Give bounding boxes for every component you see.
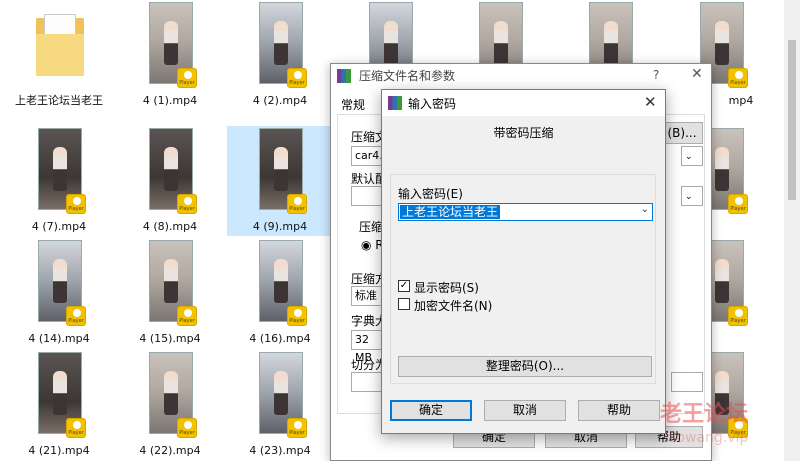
player-badge-icon: Player	[287, 194, 307, 214]
encrypt-names-label[interactable]: 加密文件名(N)	[414, 297, 492, 314]
password-input[interactable]: 上老王论坛当老王 ⌄	[398, 203, 653, 221]
file-item[interactable]: Player 4 (21).mp4	[6, 350, 112, 460]
folder-icon	[36, 12, 84, 76]
file-name: 4 (1).mp4	[142, 94, 198, 107]
show-password-checkbox[interactable]: ✓	[398, 280, 410, 292]
file-name: 4 (9).mp4	[252, 220, 308, 233]
player-badge-icon: Player	[177, 418, 197, 438]
file-name: 4 (21).mp4	[28, 444, 90, 457]
encrypt-names-checkbox[interactable]	[398, 298, 410, 310]
player-badge-icon: Player	[287, 68, 307, 88]
vertical-scrollbar[interactable]	[784, 0, 800, 461]
help-icon[interactable]: ?	[653, 68, 659, 82]
file-item[interactable]: Player 4 (23).mp4	[227, 350, 333, 460]
player-badge-icon: Player	[287, 306, 307, 326]
organize-passwords-button[interactable]: 整理密码(O)...	[398, 356, 652, 377]
archive-name-field[interactable]: car4.ra	[351, 146, 394, 166]
show-password-label[interactable]: 显示密码(S)	[414, 279, 479, 296]
dialog-title: 输入密码	[408, 97, 457, 111]
close-icon[interactable]: ✕	[644, 93, 657, 111]
player-badge-icon: Player	[177, 306, 197, 326]
winrar-icon	[388, 96, 402, 110]
file-name: 4 (8).mp4	[142, 220, 198, 233]
player-badge-icon: Player	[177, 68, 197, 88]
scrollbar-thumb[interactable]	[788, 40, 796, 200]
folder-item[interactable]: 上老王论坛当老王	[6, 0, 112, 110]
format-group-label: 压缩	[359, 220, 384, 234]
player-badge-icon: Player	[177, 194, 197, 214]
ok-button[interactable]: 确定	[390, 400, 472, 421]
method-select[interactable]: 标准	[351, 286, 385, 306]
file-item[interactable]: Player 4 (14).mp4	[6, 238, 112, 348]
password-dialog: 输入密码 ✕ 带密码压缩 输入密码(E) 上老王论坛当老王 ⌄ ✓ 显示密码(S…	[381, 89, 666, 434]
chevron-down-icon[interactable]: ⌄	[641, 204, 649, 215]
watermark-text: 老王论坛	[660, 402, 749, 427]
dialog-heading: 带密码压缩	[493, 126, 554, 140]
player-badge-icon: Player	[66, 306, 86, 326]
file-item[interactable]: Player 4 (22).mp4	[117, 350, 223, 460]
split-unit-select[interactable]	[671, 372, 703, 392]
password-value: 上老王论坛当老王	[400, 205, 501, 219]
help-button[interactable]: 帮助	[578, 400, 660, 421]
file-item[interactable]: Player 4 (7).mp4	[6, 126, 112, 236]
file-name: 4 (22).mp4	[139, 444, 201, 457]
close-icon[interactable]: ✕	[691, 66, 703, 82]
folder-label: 上老王论坛当老王	[15, 94, 103, 107]
file-item[interactable]: Player 4 (15).mp4	[117, 238, 223, 348]
profile-field[interactable]	[351, 186, 385, 206]
format-dropdown[interactable]: ⌄	[681, 186, 703, 206]
dict-size-select[interactable]: 32 MB	[351, 330, 385, 364]
file-name: 4 (2).mp4	[252, 94, 308, 107]
player-badge-icon: Player	[66, 418, 86, 438]
watermark-url: laowang.vip	[664, 430, 749, 446]
split-volume-field[interactable]	[351, 372, 385, 392]
player-badge-icon: Player	[728, 194, 748, 214]
password-label: 输入密码(E)	[398, 187, 463, 201]
file-item-selected[interactable]: Player 4 (9).mp4	[227, 126, 333, 236]
cancel-button[interactable]: 取消	[484, 400, 566, 421]
file-name: 4 (16).mp4	[249, 332, 311, 345]
file-item[interactable]: Player 4 (8).mp4	[117, 126, 223, 236]
player-badge-icon: Player	[287, 418, 307, 438]
file-item[interactable]: Player 4 (16).mp4	[227, 238, 333, 348]
player-badge-icon: Player	[66, 194, 86, 214]
file-name: 4 (23).mp4	[249, 444, 311, 457]
player-badge-icon: Player	[728, 68, 748, 88]
archive-name-dropdown[interactable]: ⌄	[681, 146, 703, 166]
file-name: 4 (7).mp4	[31, 220, 87, 233]
file-item[interactable]: Player 4 (1).mp4	[117, 0, 223, 110]
browse-button[interactable]: (B)...	[661, 122, 703, 144]
file-name: 4 (14).mp4	[28, 332, 90, 345]
player-badge-icon: Player	[728, 306, 748, 326]
file-name: 4 (15).mp4	[139, 332, 201, 345]
file-item[interactable]: Player 4 (2).mp4	[227, 0, 333, 110]
tab-general[interactable]: 常规	[341, 96, 365, 113]
dialog-titlebar: 输入密码 ✕	[382, 90, 665, 116]
